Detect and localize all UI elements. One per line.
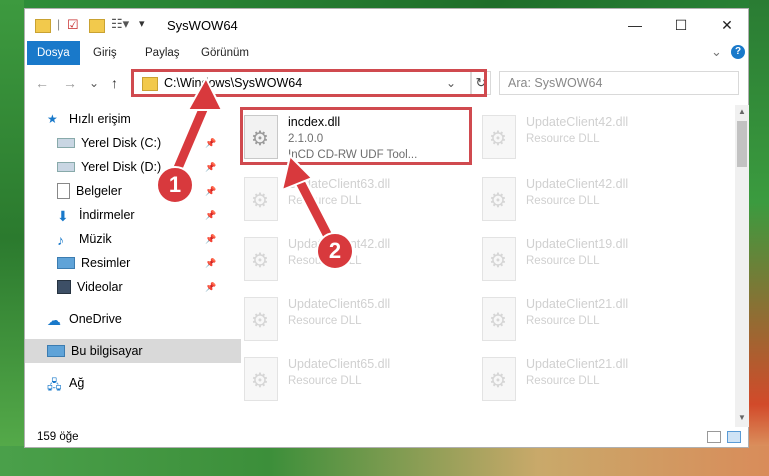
arrow-to-address-bar [171,75,224,175]
step-marker-1: 1 [156,166,194,204]
annotation-arrows [171,75,337,247]
step-marker-2: 2 [316,232,354,270]
arrow-to-file [280,154,337,247]
